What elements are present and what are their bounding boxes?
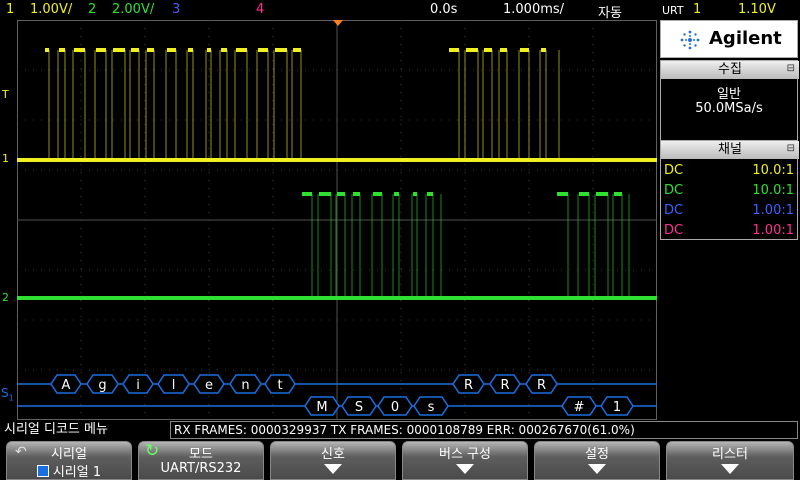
waveform-display[interactable]: Ag i l e n t R R R M S 0 s #1: [17, 20, 657, 420]
trigger-level[interactable]: 1.10V: [738, 2, 776, 17]
channel-row: DC 1.00:1: [664, 203, 794, 218]
time-position[interactable]: 0.0s: [430, 2, 457, 17]
softkey-signal[interactable]: 신호: [270, 441, 396, 480]
submenu-arrow-icon: [721, 464, 739, 474]
decoded-byte: R: [500, 378, 509, 393]
brand-box: Agilent: [660, 20, 798, 58]
time-scale[interactable]: 1.000ms/: [503, 2, 564, 17]
decoded-byte: i: [136, 378, 140, 393]
softkey-bus-label: 버스 구성: [439, 447, 491, 462]
graticule: [17, 20, 657, 420]
decoded-byte: l: [172, 378, 176, 393]
channel-probe-ratio: 10.0:1: [752, 163, 794, 178]
submenu-arrow-icon: [456, 464, 474, 474]
trigger-position-marker: [333, 20, 343, 26]
softkey-bus-config[interactable]: 버스 구성: [402, 441, 528, 480]
collapse-icon[interactable]: ⊟: [787, 63, 795, 74]
side-panel: Agilent 수집 ⊟ 일반 50.0MSa/s 채널 ⊟ DC 10.0:1 D…: [660, 20, 799, 420]
decoded-byte: t: [277, 378, 282, 393]
softkey-lister[interactable]: 리스터: [666, 441, 794, 480]
decoded-byte: #: [574, 400, 585, 415]
ch2-scale[interactable]: 2.00V/: [112, 2, 154, 17]
agilent-spark-icon: [680, 30, 700, 50]
status-bar: 1 1.00V/ 2 2.00V/ 3 4 0.0s 1.000ms/ 자동 U…: [0, 0, 800, 21]
submenu-arrow-icon: [324, 464, 342, 474]
softkey-serial[interactable]: ↶ 시리얼 시리얼 1: [6, 441, 132, 480]
channel-probe-ratio: 10.0:1: [752, 183, 794, 198]
ch1-scale[interactable]: 1.00V/: [30, 2, 72, 17]
submenu-arrow-icon: [588, 464, 606, 474]
channel-row: DC 1.00:1: [664, 223, 794, 238]
decoded-byte: 0: [391, 400, 399, 415]
decoded-byte: 1: [613, 400, 621, 415]
frame-counter: RX FRAMES: 0000329937 TX FRAMES: 0000108…: [170, 421, 798, 439]
brand-name: Agilent: [709, 28, 782, 49]
channel-coupling: DC: [664, 223, 684, 238]
channels-title: 채널: [661, 141, 799, 159]
ch2-number[interactable]: 2: [88, 2, 96, 17]
trigger-channel[interactable]: 1: [693, 2, 701, 17]
softkey-signal-label: 신호: [321, 447, 345, 462]
softkey-serial-label: 시리얼: [51, 447, 87, 462]
decoded-byte: R: [464, 378, 473, 393]
trigger-source[interactable]: URT: [662, 4, 684, 17]
softkey-mode-value: UART/RS232: [160, 461, 242, 476]
channel-row: DC 10.0:1: [664, 163, 794, 178]
decoded-byte: A: [62, 378, 71, 393]
decoded-byte: S: [355, 400, 363, 415]
decoded-byte: s: [428, 400, 435, 415]
channel-row: DC 10.0:1: [664, 183, 794, 198]
softkey-mode[interactable]: ↻ 모드 UART/RS232: [138, 441, 264, 480]
channel-coupling: DC: [664, 183, 684, 198]
menu-title: 시리얼 디코드 메뉴: [4, 422, 108, 437]
ch1-number[interactable]: 1: [6, 2, 14, 17]
ch1-ground-marker[interactable]: 1: [2, 152, 9, 165]
decoded-byte: R: [537, 378, 546, 393]
channel-probe-ratio: 1.00:1: [752, 203, 794, 218]
acquisition-mode: 일반: [717, 87, 741, 102]
decoded-byte: M: [316, 400, 327, 415]
decoded-byte: n: [241, 378, 249, 393]
decoded-byte: g: [98, 378, 106, 393]
channel-coupling: DC: [664, 203, 684, 218]
sample-rate: 50.0MSa/s: [695, 101, 763, 116]
serial-bus-marker[interactable]: S1: [1, 386, 14, 402]
softkey-serial-value: 시리얼 1: [52, 465, 102, 480]
acquisition-title: 수집: [661, 61, 799, 79]
softkey-lister-label: 리스터: [712, 447, 748, 462]
ch2-ground-marker[interactable]: 2: [2, 291, 9, 304]
channel-coupling: DC: [664, 163, 684, 178]
collapse-icon[interactable]: ⊟: [787, 143, 795, 154]
channels-box[interactable]: 채널 ⊟ DC 10.0:1 DC 10.0:1 DC 1.00:1 DC 1.00:1: [660, 140, 799, 240]
ch3-number[interactable]: 3: [172, 2, 180, 17]
trigger-level-marker[interactable]: T: [2, 88, 9, 101]
trigger-mode[interactable]: 자동: [598, 2, 622, 21]
channel-probe-ratio: 1.00:1: [752, 223, 794, 238]
acquisition-box[interactable]: 수집 ⊟ 일반 50.0MSa/s: [660, 60, 799, 146]
ch4-number[interactable]: 4: [256, 2, 264, 17]
decoded-byte: e: [205, 378, 213, 393]
softkey-settings[interactable]: 설정: [534, 441, 660, 480]
softkey-settings-label: 설정: [585, 447, 609, 462]
softkey-mode-label: 모드: [189, 447, 213, 462]
serial-color-swatch: [36, 465, 49, 477]
